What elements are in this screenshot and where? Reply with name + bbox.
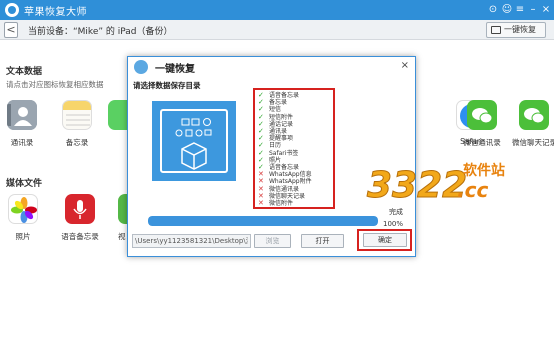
app-wechat-contacts[interactable]: 微信通讯录 [460, 100, 504, 148]
browse-button[interactable]: 浏览 [254, 234, 291, 248]
restore-item: ✕ 微信通讯录 [258, 184, 300, 193]
confirm-button[interactable]: 确定 [363, 233, 407, 247]
restore-item-label: Safari书签 [269, 149, 299, 157]
app-voice-memo[interactable]: 语音备忘录 [58, 194, 102, 242]
restore-item-label: WhatsApp附件 [269, 178, 312, 186]
check-icon: ✓ [258, 112, 264, 121]
restore-item-label: 短信 [269, 106, 282, 114]
app-title: 苹果恢复大师 [24, 7, 87, 18]
app-photos[interactable]: 照片 [1, 194, 45, 242]
app-label: 微信聊天记录 [512, 138, 554, 147]
voice-memo-icon [65, 194, 95, 224]
check-icon: ✓ [258, 141, 264, 150]
confirm-highlight: 确定 [357, 229, 412, 251]
restore-item: ✓ 短信附件 [258, 112, 294, 121]
progress-percent: 100% [383, 220, 404, 228]
check-icon: ✓ [258, 105, 264, 114]
app-label: 照片 [15, 232, 31, 241]
box-illustration-icon [175, 118, 212, 170]
watermark-site: 软件站 [463, 162, 505, 179]
back-button[interactable]: < [4, 22, 18, 38]
restore-item-label: 微信聊天记录 [269, 192, 306, 200]
save-path-input[interactable] [132, 234, 251, 248]
menu-icon[interactable]: ≡ [514, 3, 526, 16]
restore-item-label: 照片 [269, 156, 282, 164]
messages-icon [108, 100, 128, 130]
watermark-logo: 3322 软件站 .cc [345, 155, 545, 207]
restore-item: ✕ WhatsApp附件 [258, 177, 312, 186]
restore-item: ✓ 语音备忘录 [258, 163, 300, 171]
onekey-restore-button[interactable]: 一键恢复 [486, 22, 546, 38]
restore-item-label: 短信附件 [269, 113, 294, 121]
title-bar: 苹果恢复大师 ⊙ ☺ ≡ – × [0, 0, 554, 20]
restore-item-label: 语音备忘录 [269, 164, 300, 171]
watermark-suffix: .cc [457, 178, 488, 202]
restore-item: ✓ 短信 [258, 105, 282, 114]
cross-icon: ✕ [258, 184, 264, 193]
app-notes[interactable]: 备忘录 [55, 100, 99, 148]
dialog-header: 一键恢复 × [128, 57, 415, 77]
app-label: 微信通讯录 [463, 138, 501, 147]
app-label: 通讯录 [10, 138, 34, 147]
cross-icon: ✕ [258, 199, 264, 207]
minimize-icon[interactable]: – [527, 3, 539, 16]
dialog-prompt: 请选择数据保存目录 [133, 81, 201, 90]
cross-icon: ✕ [258, 177, 264, 186]
progress-status: 完成 [389, 208, 403, 216]
restore-item-label: 通讯录 [269, 128, 288, 135]
app-logo-icon [5, 3, 19, 17]
app-label: 语音备忘录 [61, 232, 99, 241]
dialog-title: 一键恢复 [155, 64, 195, 75]
dialog-logo-icon [134, 60, 148, 74]
restore-item-label: 日历 [269, 142, 282, 150]
restore-item: ✕ WhatsApp信息 [258, 171, 312, 178]
weibo-icon[interactable]: ⊙ [487, 3, 499, 16]
app-wechat-chat[interactable]: 微信聊天记录 [512, 100, 554, 148]
wechat-chat-icon [519, 100, 549, 130]
section-text-data-title: 文本数据 [6, 67, 43, 77]
restore-icon [491, 26, 501, 34]
app-messages[interactable] [108, 100, 128, 130]
restore-illustration [152, 101, 236, 181]
restore-item-label: 微信通讯录 [269, 185, 300, 193]
photos-icon [8, 194, 38, 224]
onekey-restore-label: 一键恢复 [504, 25, 536, 34]
progress-bar [148, 216, 378, 226]
chat-icon[interactable]: ☺ [501, 3, 513, 16]
notes-icon [62, 100, 92, 130]
restore-item-label: 微信附件 [269, 200, 294, 207]
current-device-label: 当前设备：“Mike” 的 iPad（备份） [28, 27, 173, 37]
restore-item: ✓ 语音备忘录 [258, 91, 300, 99]
close-icon[interactable]: × [540, 3, 552, 16]
restore-item: ✓ 日历 [258, 141, 282, 150]
restore-items-list: ✓ 语音备忘录 ✓ 备忘录 ✓ 短信 ✓ 短信附件 ✓ 通话记录 ✓ 通讯录 ✓ 提醒事项 ✓ 日历 ✓ Safa… [253, 88, 335, 209]
contacts-icon [7, 100, 37, 130]
dialog-close-icon[interactable]: × [401, 60, 409, 71]
restore-item: ✓ Safari书签 [258, 148, 299, 157]
open-button[interactable]: 打开 [301, 234, 344, 248]
watermark-number: 3322 [367, 165, 467, 205]
app-label: 备忘录 [65, 138, 89, 147]
section-text-data-hint: 请点击对应图标恢复相应数据 [6, 80, 104, 89]
app-contacts[interactable]: 通讯录 [0, 100, 44, 148]
restore-item: ✕ 微信聊天记录 [258, 192, 306, 200]
restore-item-label: 通话记录 [269, 120, 294, 128]
restore-item-label: 语音备忘录 [269, 92, 300, 99]
check-icon: ✓ [258, 148, 264, 157]
device-bar: < 当前设备：“Mike” 的 iPad（备份） 一键恢复 [0, 20, 554, 40]
progress-fill [148, 216, 378, 226]
restore-item: ✕ 微信附件 [258, 199, 294, 207]
wechat-contacts-icon [467, 100, 497, 130]
section-media-files-title: 媒体文件 [6, 179, 43, 189]
